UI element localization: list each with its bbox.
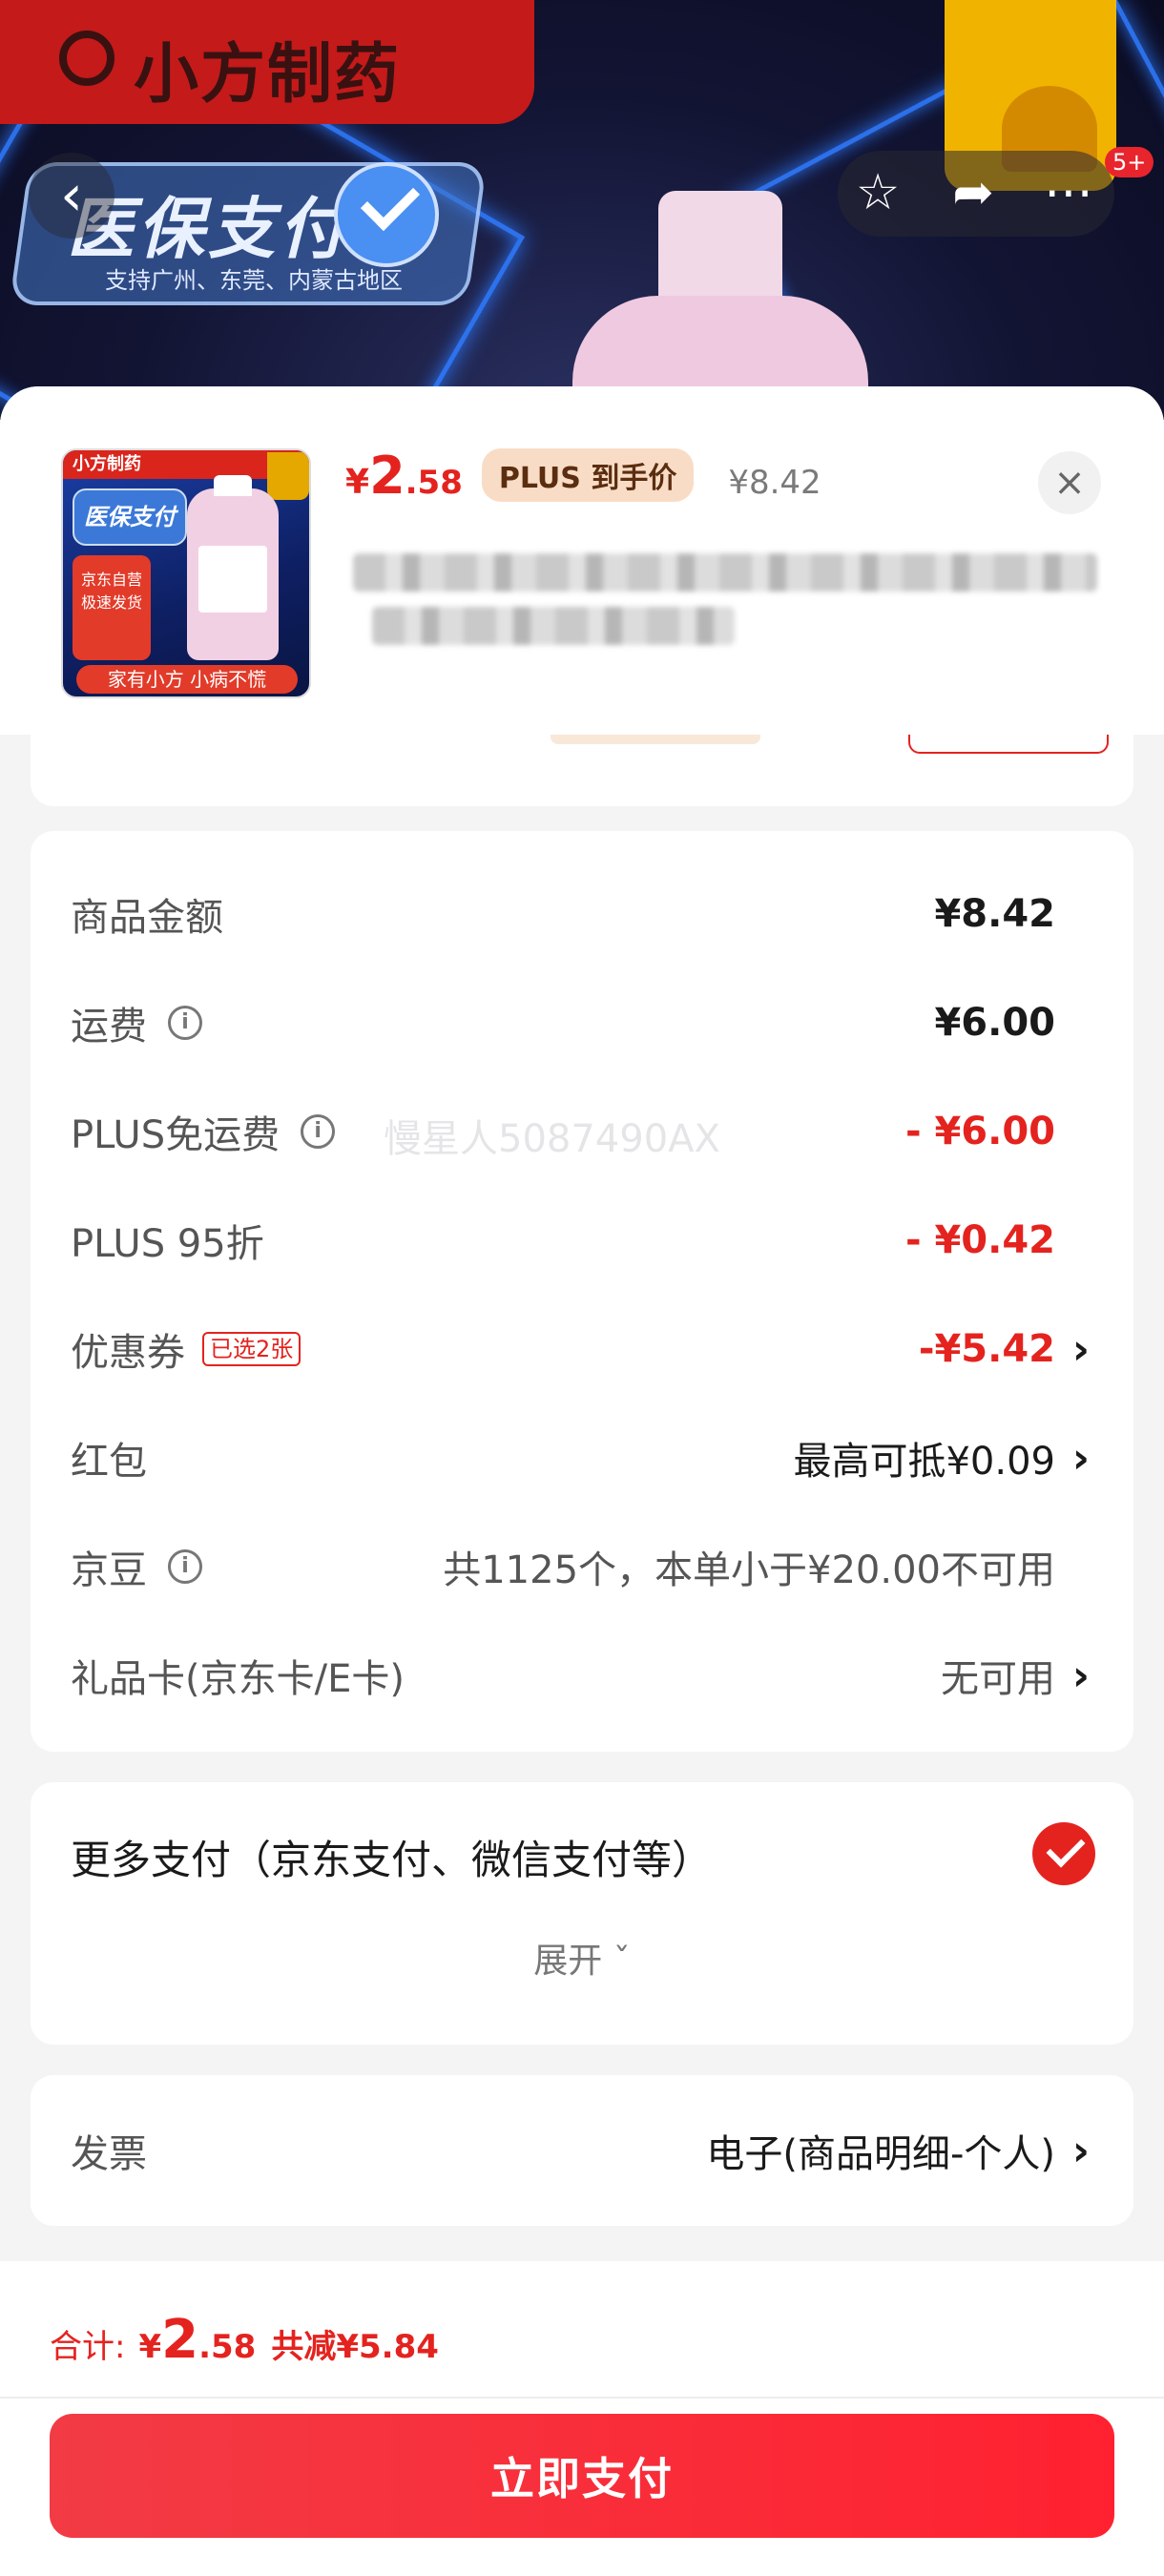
star-icon[interactable]: ☆ xyxy=(840,155,916,231)
jingdou-value: 共1125个，本单小于¥20.00不可用 xyxy=(443,1548,1055,1592)
row-right: - ¥0.42 xyxy=(905,1218,1093,1262)
close-icon[interactable]: × xyxy=(1038,451,1101,514)
price-integer: 2 xyxy=(369,446,405,506)
coupon-value: -¥5.42 xyxy=(918,1327,1055,1371)
checkmark-icon xyxy=(334,162,439,267)
coupon-selected-tag: 已选2张 xyxy=(202,1332,301,1366)
total-symbol: ¥ xyxy=(138,2328,162,2366)
insurance-badge-subtitle: 支持广州、东莞、内蒙古地区 xyxy=(105,267,403,294)
shipping-value: ¥6.00 xyxy=(934,1001,1055,1045)
payment-method-card: 更多支付（京东支付、微信支付等） 展开 ˇ xyxy=(31,1782,1133,2045)
invoice-label: 发票 xyxy=(71,2132,147,2176)
row-label: 商品金额 xyxy=(71,886,223,942)
expand-button[interactable]: 展开 ˇ xyxy=(31,1933,1133,1983)
cost-breakdown-card: 慢星人5087490AX 商品金额 ¥8.42 运费 i ¥6.00 PLUS免… xyxy=(31,831,1133,1752)
row-shipping: 运费 i ¥6.00 xyxy=(71,985,1093,1061)
brand-name: 小方制药 xyxy=(134,37,402,113)
blurred-title-line-1 xyxy=(353,553,1097,592)
total-decimal: .58 xyxy=(198,2328,257,2366)
blurred-title-line-2 xyxy=(372,607,735,645)
total-row: 合计: ¥ 2 .58 共减¥5.84 xyxy=(50,2309,439,2371)
row-right: ¥6.00 xyxy=(934,1001,1093,1045)
chevron-right-icon: › xyxy=(1071,1651,1091,1700)
chevron-right-icon: › xyxy=(1071,2126,1091,2175)
share-icon[interactable]: ➦ xyxy=(935,155,1011,231)
row-label: PLUS免运费 i xyxy=(71,1104,336,1159)
invoice-card[interactable]: 发票 电子(商品明细-个人) › xyxy=(31,2075,1133,2226)
row-label: PLUS 95折 xyxy=(71,1213,264,1268)
plus-free-shipping-value: - ¥6.00 xyxy=(904,1110,1055,1153)
row-label-text: 优惠券 xyxy=(71,1331,185,1375)
peek-button-edge xyxy=(908,735,1109,754)
bottle-cap-graphic xyxy=(658,191,782,305)
checkout-sheet: 小方制药 医保支付 京东自营 极速发货 家有小方 小病不慌 ¥ 2 .58 PL… xyxy=(0,386,1164,2576)
row-plus-discount: PLUS 95折 - ¥0.42 xyxy=(71,1202,1093,1278)
thumb-seal-icon xyxy=(267,452,309,500)
row-label: 红包 xyxy=(71,1430,147,1485)
row-red-packet[interactable]: 红包 最高可抵¥0.09 › xyxy=(71,1420,1093,1496)
thumb-slogan: 家有小方 小病不慌 xyxy=(76,665,298,694)
red-packet-value: 最高可抵¥0.09 xyxy=(793,1440,1055,1484)
invoice-value: 电子(商品明细-个人) xyxy=(706,2132,1055,2176)
product-title-blurred xyxy=(353,553,1097,668)
row-label-text: 礼品卡(京东卡/E卡) xyxy=(71,1657,405,1701)
row-gift-card[interactable]: 礼品卡(京东卡/E卡) 无可用 › xyxy=(71,1637,1093,1714)
info-icon[interactable]: i xyxy=(168,1006,202,1040)
row-coupon[interactable]: 优惠券 已选2张 -¥5.42 › xyxy=(71,1311,1093,1387)
price-row: ¥ 2 .58 PLUS 到手价 ¥8.42 xyxy=(345,446,821,508)
product-page-backdrop: 小方制药 医保支付 支持广州、东莞、内蒙古地区 ‹ ☆ ➦ ⋯ 5+ xyxy=(0,0,1164,420)
row-invoice[interactable]: 发票 电子(商品明细-个人) › xyxy=(71,2112,1093,2189)
original-price: ¥8.42 xyxy=(728,464,821,502)
row-label-text: 红包 xyxy=(71,1440,147,1484)
sheet-header: 小方制药 医保支付 京东自营 极速发货 家有小方 小病不慌 ¥ 2 .58 PL… xyxy=(0,386,1164,735)
row-label-text: 运费 xyxy=(71,1005,147,1049)
row-label: 运费 i xyxy=(71,995,202,1050)
payment-method-option[interactable]: 更多支付（京东支付、微信支付等） xyxy=(71,1828,712,1886)
collapsed-address-card xyxy=(31,735,1133,806)
more-icon[interactable]: ⋯ xyxy=(1030,155,1107,231)
checkout-bottom-bar: 合计: ¥ 2 .58 共减¥5.84 立即支付 xyxy=(0,2261,1164,2576)
thumb-bottle-graphic xyxy=(187,475,279,660)
row-label-text: 京豆 xyxy=(71,1548,147,1592)
thumb-promo: 京东自营 极速发货 xyxy=(73,555,151,660)
plus-discount-value: - ¥0.42 xyxy=(904,1218,1055,1262)
checked-icon[interactable] xyxy=(1032,1822,1095,1885)
cart-count-badge: 5+ xyxy=(1105,147,1154,177)
chevron-right-icon: › xyxy=(1071,1433,1091,1483)
row-label: 优惠券 已选2张 xyxy=(71,1321,301,1377)
total-saving: 共减¥5.84 xyxy=(271,2328,439,2366)
row-right: -¥5.42 › xyxy=(919,1325,1093,1374)
row-label-text: PLUS 95折 xyxy=(71,1222,264,1266)
row-right: 共1125个，本单小于¥20.00不可用 xyxy=(443,1539,1093,1594)
plus-price-tag: PLUS 到手价 xyxy=(481,448,695,502)
back-icon[interactable]: ‹ xyxy=(29,153,114,239)
total-label: 合计: xyxy=(50,2328,126,2366)
price-decimal: .58 xyxy=(405,464,463,502)
gift-card-value: 无可用 xyxy=(941,1657,1055,1701)
row-right: - ¥6.00 xyxy=(905,1110,1093,1153)
peek-tag xyxy=(551,735,760,744)
goods-amount-value: ¥8.42 xyxy=(934,892,1055,936)
row-right: 最高可抵¥0.09 › xyxy=(793,1430,1093,1485)
row-label: 京豆 i xyxy=(71,1539,202,1594)
row-right: 无可用 › xyxy=(941,1648,1093,1703)
row-jingdou: 京豆 i 共1125个，本单小于¥20.00不可用 xyxy=(71,1528,1093,1605)
product-thumbnail: 小方制药 医保支付 京东自营 极速发货 家有小方 小病不慌 xyxy=(61,448,311,698)
row-plus-free-shipping: PLUS免运费 i - ¥6.00 xyxy=(71,1093,1093,1170)
price-symbol: ¥ xyxy=(345,463,370,502)
chevron-right-icon: › xyxy=(1071,1324,1091,1374)
info-icon[interactable]: i xyxy=(301,1114,336,1149)
row-label-text: 商品金额 xyxy=(71,896,223,940)
brand-logo-icon xyxy=(59,31,114,86)
divider xyxy=(0,2397,1164,2399)
thumb-insurance-badge: 医保支付 xyxy=(73,488,187,546)
total-integer: 2 xyxy=(161,2309,199,2371)
info-icon[interactable]: i xyxy=(168,1549,202,1584)
row-goods-amount: 商品金额 ¥8.42 xyxy=(71,876,1093,952)
row-right: ¥8.42 xyxy=(934,892,1093,936)
row-label-text: PLUS免运费 xyxy=(71,1113,281,1157)
pay-now-button[interactable]: 立即支付 xyxy=(50,2414,1114,2538)
row-right: 电子(商品明细-个人) › xyxy=(706,2123,1093,2178)
row-label: 礼品卡(京东卡/E卡) xyxy=(71,1648,405,1703)
